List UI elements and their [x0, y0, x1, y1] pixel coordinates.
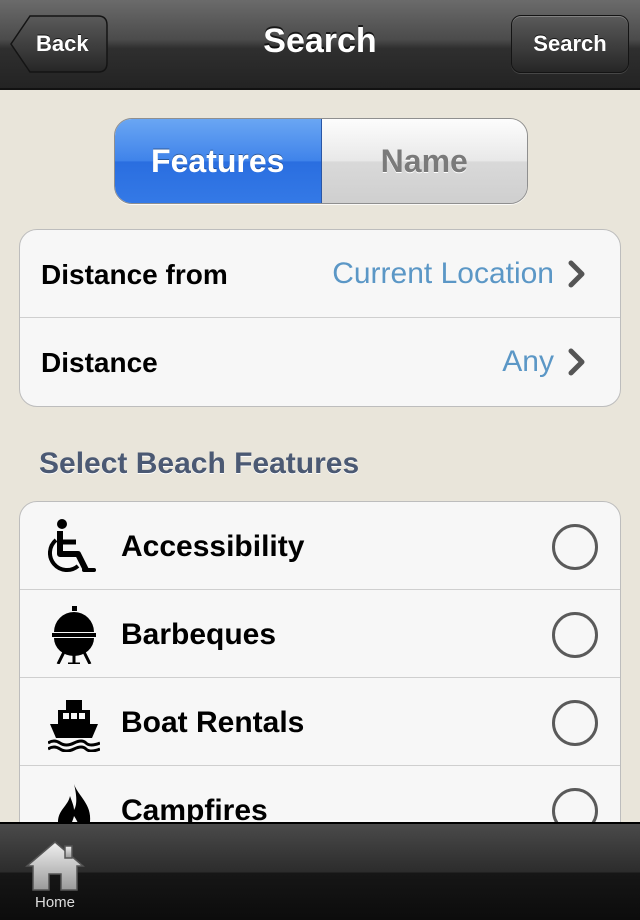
distance-from-value: Current Location	[332, 257, 554, 290]
radio-button[interactable]	[552, 612, 598, 658]
chevron-right-icon	[568, 260, 585, 288]
boat-icon	[48, 700, 100, 752]
distance-filter-group: Distance from Current Location Distance …	[19, 229, 621, 407]
grill-icon	[52, 606, 96, 664]
tab-bar: Home	[0, 822, 640, 920]
radio-button[interactable]	[552, 524, 598, 570]
tab-home[interactable]: Home	[16, 834, 94, 918]
radio-button[interactable]	[552, 700, 598, 746]
feature-row-barbeques[interactable]: Barbeques	[20, 590, 620, 678]
beach-features-list: Accessibility Barbeques Boat Rentals Cam…	[19, 501, 621, 841]
distance-label: Distance	[41, 347, 158, 378]
home-icon	[25, 841, 85, 891]
search-mode-segmented-control: Features Name	[114, 118, 528, 204]
navigation-bar: Back Search Search	[0, 0, 640, 90]
wheelchair-icon	[48, 519, 96, 572]
distance-row[interactable]: Distance Any	[20, 318, 620, 406]
segment-name[interactable]: Name	[321, 119, 527, 203]
segment-features[interactable]: Features	[115, 119, 322, 203]
feature-label: Accessibility	[121, 530, 305, 563]
section-header-beach-features: Select Beach Features	[39, 447, 360, 480]
chevron-right-icon	[568, 348, 585, 376]
distance-value: Any	[502, 345, 554, 378]
feature-row-accessibility[interactable]: Accessibility	[20, 502, 620, 590]
feature-row-boat-rentals[interactable]: Boat Rentals	[20, 678, 620, 766]
feature-label: Boat Rentals	[121, 706, 305, 739]
distance-from-label: Distance from	[41, 259, 228, 290]
feature-label: Barbeques	[121, 618, 277, 651]
distance-from-row[interactable]: Distance from Current Location	[20, 230, 620, 318]
search-button[interactable]: Search	[511, 15, 629, 73]
tab-home-label: Home	[34, 894, 75, 911]
